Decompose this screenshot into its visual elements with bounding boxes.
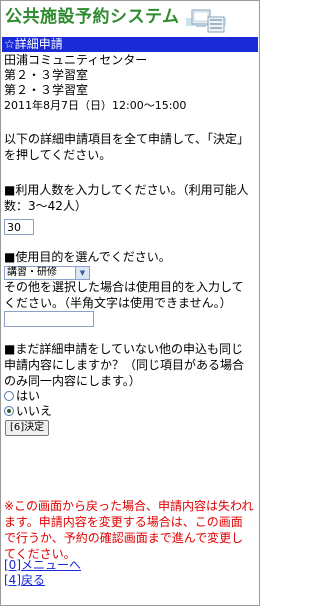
people-count-input[interactable] xyxy=(4,219,34,235)
back-link-label[interactable]: [4]戻る xyxy=(4,573,45,587)
reservation-datetime: 2011年8月7日（日）12:00～15:00 xyxy=(4,99,187,112)
app-header: 公共施設予約システム xyxy=(3,8,255,36)
radio-button-yes[interactable] xyxy=(4,391,14,401)
menu-link[interactable]: [0]メニューへ xyxy=(4,558,81,573)
purpose-other-note: その他を選択した場合は使用目的を入力してください。（半角文字は使用できません。） xyxy=(4,280,244,310)
room-name-secondary: 第２・３学習室 xyxy=(4,83,89,97)
chevron-down-icon[interactable]: ▼ xyxy=(75,267,89,279)
warning-text: ※この画面から戻った場合、申請内容は失われます。申請内容を変更する場合は、この画… xyxy=(4,499,254,561)
radio-option-no[interactable]: いいえ xyxy=(4,404,52,419)
same-content-question: ■まだ詳細申請をしていない他の申込も同じ申請内容にしますか？（同じ項目がある場合… xyxy=(4,342,245,388)
purpose-other-input[interactable] xyxy=(4,311,94,327)
menu-link-label[interactable]: [0]メニューへ xyxy=(4,558,81,572)
page-title: ☆詳細申請 xyxy=(2,37,258,52)
back-link[interactable]: [4]戻る xyxy=(4,573,45,588)
radio-button-no[interactable] xyxy=(4,406,14,416)
submit-button[interactable]: [6]決定 xyxy=(5,420,50,436)
room-name: 第２・３学習室 xyxy=(4,68,89,82)
facility-name: 田浦コミュニティセンター xyxy=(4,53,148,67)
purpose-selected-value: 講習・研修 xyxy=(7,267,57,278)
app-logo-text: 公共施設予約システム xyxy=(5,7,180,27)
people-count-label: ■利用人数を入力してください。（利用可能人数：3～42人） xyxy=(4,183,249,213)
radio-label-no: いいえ xyxy=(16,404,53,418)
computer-logo-icon xyxy=(186,9,226,33)
reservation-summary: 田浦コミュニティセンター 第２・３学習室 第２・３学習室 2011年8月7日（日… xyxy=(4,53,254,113)
radio-option-yes[interactable]: はい xyxy=(4,389,40,404)
instructions-text: 以下の詳細申請項目を全て申請して、「決定」を押してください。 xyxy=(4,132,250,162)
purpose-select[interactable]: 講習・研修 ▼ xyxy=(4,266,90,280)
radio-label-yes: はい xyxy=(16,389,41,403)
purpose-label: ■使用目的を選んでください。 xyxy=(4,250,171,264)
